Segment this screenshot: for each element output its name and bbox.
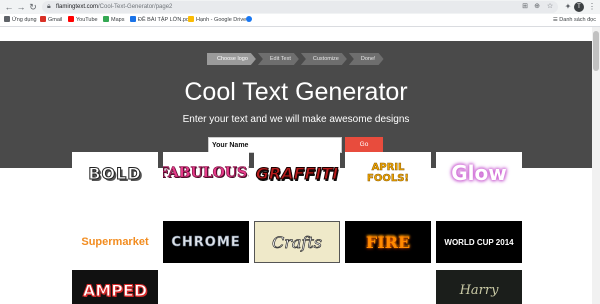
logo-fire[interactable]: FIRE bbox=[345, 221, 431, 263]
page-content: Choose logo Edit Text Customize Done! Co… bbox=[0, 27, 600, 304]
site-header-strip bbox=[0, 27, 592, 41]
logo-amped-text: AMPED bbox=[82, 280, 148, 300]
page-subtitle: Enter your text and we will make awesome… bbox=[182, 114, 410, 125]
extensions-icon[interactable]: ✦ bbox=[562, 1, 574, 13]
logo-april-fools-text: APRIL FOOLS! bbox=[367, 162, 409, 185]
drive-file-icon bbox=[130, 16, 136, 22]
bookmark-youtube[interactable]: YouTube bbox=[68, 14, 98, 26]
logo-supermarket[interactable]: Supermarket bbox=[72, 221, 158, 263]
logo-bold-text: BOLD bbox=[88, 163, 142, 183]
bookmarks-bar: Ứng dụng Gmail YouTube Maps ĐỀ BÀI TẬP L… bbox=[0, 14, 600, 27]
logo-glow-text: Glow bbox=[451, 161, 507, 185]
reading-list[interactable]: ☰ Danh sách đọc bbox=[553, 14, 596, 26]
maps-pin-icon bbox=[103, 16, 109, 22]
scrollbar-thumb[interactable] bbox=[593, 31, 599, 71]
step-done[interactable]: Done! bbox=[349, 53, 384, 65]
logo-april-fools[interactable]: APRIL FOOLS! bbox=[345, 152, 431, 194]
logo-chrome[interactable]: CHROME bbox=[163, 221, 249, 263]
browser-toolbar: ← → ↻ 🔒︎ flamingtext.com/Cool-Text-Gener… bbox=[0, 0, 600, 14]
go-button[interactable]: Go bbox=[345, 137, 383, 153]
forward-icon[interactable]: → bbox=[15, 1, 27, 13]
bookmark-apps[interactable]: Ứng dụng bbox=[4, 14, 37, 26]
bookmark-star-icon[interactable]: ☆ bbox=[545, 2, 555, 12]
apps-grid-icon bbox=[4, 16, 10, 22]
logo-graffiti-text: GRAFFITI bbox=[255, 163, 339, 183]
lock-icon: 🔒︎ bbox=[47, 3, 51, 10]
logo-fabulous-text: FABULOUS! bbox=[163, 165, 249, 182]
step-edit-text[interactable]: Edit Text bbox=[258, 53, 299, 65]
reload-icon[interactable]: ↻ bbox=[27, 1, 39, 13]
bookmark-google-drive[interactable]: Hạnh - Google Drive bbox=[188, 14, 246, 26]
logo-chrome-text: CHROME bbox=[171, 234, 241, 250]
google-drive-icon bbox=[188, 16, 194, 22]
logo-world-cup[interactable]: WORLD CUP 2014 bbox=[436, 221, 522, 263]
step-choose-logo[interactable]: Choose logo bbox=[207, 53, 256, 65]
address-bar[interactable]: 🔒︎ flamingtext.com/Cool-Text-Generator/p… bbox=[42, 1, 558, 13]
logo-amped[interactable]: AMPED bbox=[72, 270, 158, 304]
logo-crafts-text: Crafts bbox=[272, 232, 323, 252]
logo-fire-text: FIRE bbox=[365, 232, 411, 252]
page-title: Cool Text Generator bbox=[184, 78, 408, 106]
bookmark-facebook[interactable] bbox=[246, 14, 254, 26]
facebook-icon bbox=[246, 16, 252, 22]
logo-harry-text: Harry bbox=[459, 282, 499, 298]
logo-harry[interactable]: Harry bbox=[436, 270, 522, 304]
logo-crafts[interactable]: Crafts bbox=[254, 221, 340, 263]
menu-icon[interactable]: ⋮ bbox=[586, 1, 598, 13]
logo-glow[interactable]: Glow bbox=[436, 152, 522, 194]
youtube-icon bbox=[68, 16, 74, 22]
bookmark-maps[interactable]: Maps bbox=[103, 14, 124, 26]
hero-banner: Choose logo Edit Text Customize Done! Co… bbox=[0, 41, 592, 168]
translate-icon[interactable]: ⊞ bbox=[520, 2, 530, 12]
share-icon[interactable]: ⊕ bbox=[532, 2, 542, 12]
back-icon[interactable]: ← bbox=[3, 1, 15, 13]
avatar[interactable]: T bbox=[574, 2, 584, 12]
wizard-steps: Choose logo Edit Text Customize Done! bbox=[207, 53, 386, 65]
logo-world-cup-text: WORLD CUP 2014 bbox=[444, 237, 514, 247]
logo-bold[interactable]: BOLD bbox=[72, 152, 158, 194]
logo-fabulous[interactable]: FABULOUS! bbox=[163, 152, 249, 194]
logo-supermarket-text: Supermarket bbox=[81, 236, 149, 248]
text-input[interactable] bbox=[208, 137, 342, 153]
bookmark-gmail[interactable]: Gmail bbox=[40, 14, 62, 26]
url-text: flamingtext.com/Cool-Text-Generator/page… bbox=[56, 4, 173, 10]
logo-graffiti[interactable]: GRAFFITI bbox=[254, 152, 340, 194]
bookmark-document[interactable]: ĐỀ BÀI TẬP LỚN.pd... bbox=[130, 14, 194, 26]
gmail-icon bbox=[40, 16, 46, 22]
step-customize[interactable]: Customize bbox=[301, 53, 347, 65]
page-scrollbar[interactable] bbox=[592, 27, 600, 304]
